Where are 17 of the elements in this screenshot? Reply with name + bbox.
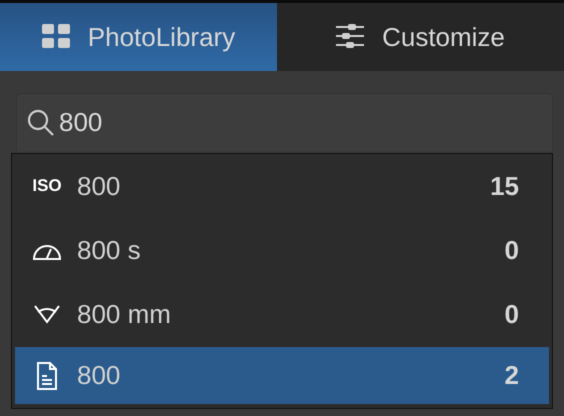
- search-field[interactable]: 800: [16, 93, 553, 151]
- count-label: 15: [490, 170, 519, 202]
- grid-icon: [42, 24, 72, 50]
- suggestion-item[interactable]: ISO 800 15: [15, 154, 549, 218]
- count-label: 0: [504, 298, 519, 330]
- suggestion-item[interactable]: 800 2: [15, 347, 549, 404]
- count-label: 2: [504, 360, 519, 391]
- search-icon: [27, 108, 55, 136]
- tab[interactable]: Customize: [277, 3, 564, 71]
- angle-icon: [32, 303, 62, 325]
- iso-label: ISO: [32, 176, 62, 196]
- sliders-icon: [336, 24, 366, 50]
- suggestion-item[interactable]: 800 mm 0: [15, 282, 549, 346]
- document-icon: [36, 362, 58, 390]
- tab[interactable]: PhotoLibrary: [0, 3, 277, 71]
- count-label: 0: [504, 234, 519, 266]
- suggestion-item[interactable]: 800 s 0: [15, 218, 549, 282]
